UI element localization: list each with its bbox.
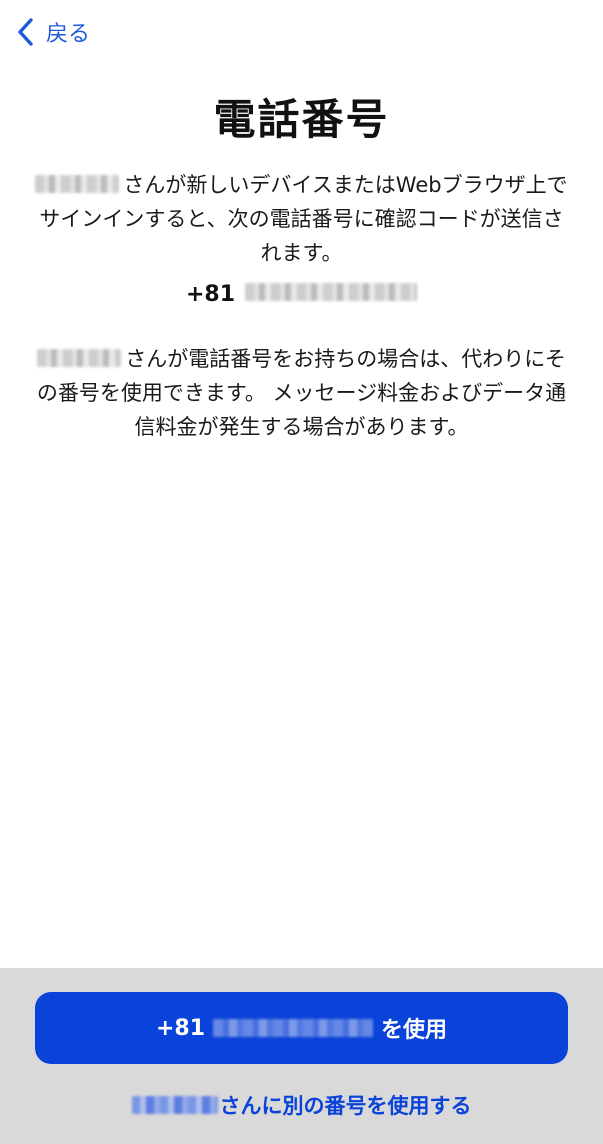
primary-button-suffix: を使用 — [381, 1018, 448, 1043]
back-button[interactable]: 戻る — [14, 14, 90, 50]
use-phone-number-button[interactable]: +81 を使用 — [35, 992, 568, 1064]
phone-prefix: +81 — [185, 282, 236, 307]
redacted-phone-number — [213, 1019, 374, 1037]
phone-number-display: +81 — [0, 282, 603, 307]
description-paragraph: さんが新しいデバイスまたはWebブラウザ上でサインインすると、次の電話番号に確認… — [30, 168, 573, 270]
back-label: 戻る — [46, 22, 91, 47]
use-different-number-link[interactable]: さんに別の番号を使用する — [0, 1090, 603, 1120]
primary-button-prefix: +81 — [155, 1015, 206, 1041]
redacted-name — [35, 175, 120, 193]
redacted-name — [37, 349, 122, 367]
alternative-paragraph: さんが電話番号をお持ちの場合は、代わりにその番号を使用できます。 メッセージ料金… — [30, 342, 573, 444]
secondary-link-text: さんに別の番号を使用する — [219, 1094, 472, 1118]
chevron-left-icon — [18, 18, 33, 46]
redacted-name — [131, 1096, 218, 1114]
page-title: 電話番号 — [213, 95, 390, 144]
phone-number-screen: 戻る 電話番号 さんが新しいデバイスまたはWebブラウザ上でサインインすると、次… — [0, 0, 603, 1144]
redacted-phone-number — [245, 283, 418, 301]
